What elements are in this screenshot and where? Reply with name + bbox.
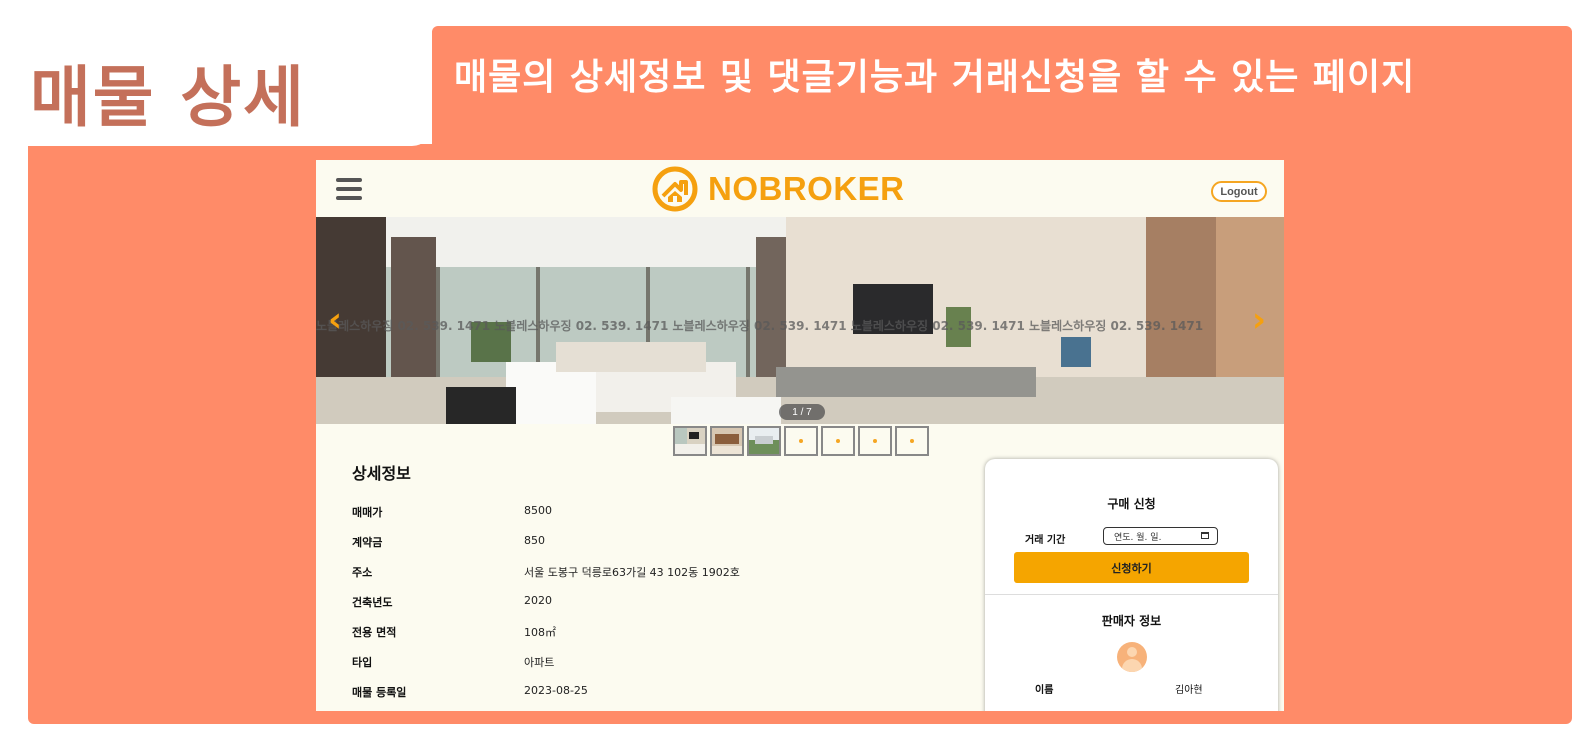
slide-title: 매물 상세 xyxy=(30,59,306,136)
panel-divider xyxy=(985,594,1278,595)
detail-value: 2023-08-25 xyxy=(524,684,588,697)
slide-description: 매물의 상세정보 및 댓글기능과 거래신청을 할 수 있는 페이지 xyxy=(454,57,1416,98)
date-placeholder: 연도. 월. 일. xyxy=(1114,532,1162,543)
apply-button[interactable]: 신청하기 xyxy=(1014,552,1249,583)
thumbnail[interactable] xyxy=(673,426,707,456)
detail-row-type: 타입 아파트 xyxy=(352,654,952,684)
app-screenshot: NOBROKER Logout 노블레스하우징 02. 539. 1471 노블… xyxy=(316,160,1284,711)
app-header: NOBROKER Logout xyxy=(316,160,1284,217)
detail-value: 850 xyxy=(524,534,545,547)
detail-value: 서울 도봉구 덕릉로63가길 43 102동 1902호 xyxy=(524,566,740,579)
thumbnail-placeholder[interactable] xyxy=(784,426,818,456)
thumbnail-photo xyxy=(675,428,705,454)
detail-label: 매물 등록일 xyxy=(352,686,407,699)
detail-value: 108㎡ xyxy=(524,626,556,639)
detail-label: 계약금 xyxy=(352,536,383,549)
logo[interactable]: NOBROKER xyxy=(652,166,905,212)
thumbnail[interactable] xyxy=(747,426,781,456)
seller-name-value: 김아현 xyxy=(1175,685,1203,696)
detail-label: 매매가 xyxy=(352,506,383,519)
detail-row-area: 전용 면적 108㎡ xyxy=(352,624,952,654)
property-details: 상세정보 매매가 8500 계약금 850 주소 서울 도봉구 덕릉로63가길 … xyxy=(352,456,952,711)
trade-date-input[interactable]: 연도. 월. 일. xyxy=(1103,527,1218,545)
detail-label: 주소 xyxy=(352,566,373,579)
property-image-carousel[interactable]: 노블레스하우징 02. 539. 1471 노블레스하우징 02. 539. 1… xyxy=(316,217,1284,424)
detail-row-address: 주소 서울 도봉구 덕릉로63가길 43 102동 1902호 xyxy=(352,564,952,594)
details-title: 상세정보 xyxy=(352,464,411,483)
thumbnail-placeholder[interactable] xyxy=(858,426,892,456)
prev-image-icon[interactable]: ‹ xyxy=(328,303,342,337)
detail-label: 타입 xyxy=(352,656,373,669)
thumbnail-photo xyxy=(749,428,779,454)
seller-name-label: 이름 xyxy=(1035,685,1054,696)
detail-row-registered: 매물 등록일 2023-08-25 xyxy=(352,684,952,711)
detail-label: 전용 면적 xyxy=(352,626,397,639)
next-image-icon[interactable]: › xyxy=(1252,303,1266,337)
menu-icon[interactable] xyxy=(336,178,362,202)
detail-row-deposit: 계약금 850 xyxy=(352,534,952,564)
detail-value: 2020 xyxy=(524,594,552,607)
detail-row-built-year: 건축년도 2020 xyxy=(352,594,952,624)
seller-title: 판매자 정보 xyxy=(1101,614,1162,628)
thumbnail-strip xyxy=(673,426,929,456)
detail-value: 아파트 xyxy=(524,656,555,669)
calendar-icon[interactable] xyxy=(1201,532,1209,539)
house-logo-icon xyxy=(652,166,698,212)
thumbnail[interactable] xyxy=(710,426,744,456)
logo-text: NOBROKER xyxy=(708,170,905,207)
seller-avatar xyxy=(1117,642,1147,672)
detail-row-price: 매매가 8500 xyxy=(352,504,952,534)
image-watermark: 노블레스하우징 02. 539. 1471 노블레스하우징 02. 539. 1… xyxy=(316,319,1204,333)
detail-value: 8500 xyxy=(524,504,552,517)
logout-button[interactable]: Logout xyxy=(1211,181,1267,202)
trade-period-label: 거래 기간 xyxy=(1025,535,1066,546)
thumbnail-placeholder[interactable] xyxy=(821,426,855,456)
thumbnail-photo xyxy=(712,428,742,454)
image-counter: 1 / 7 xyxy=(779,404,825,420)
thumbnail-placeholder[interactable] xyxy=(895,426,929,456)
detail-label: 건축년도 xyxy=(352,596,393,609)
purchase-title: 구매 신청 xyxy=(1107,497,1156,511)
purchase-panel: 구매 신청 거래 기간 연도. 월. 일. 신청하기 판매자 정보 이름 김아현 xyxy=(985,459,1278,711)
